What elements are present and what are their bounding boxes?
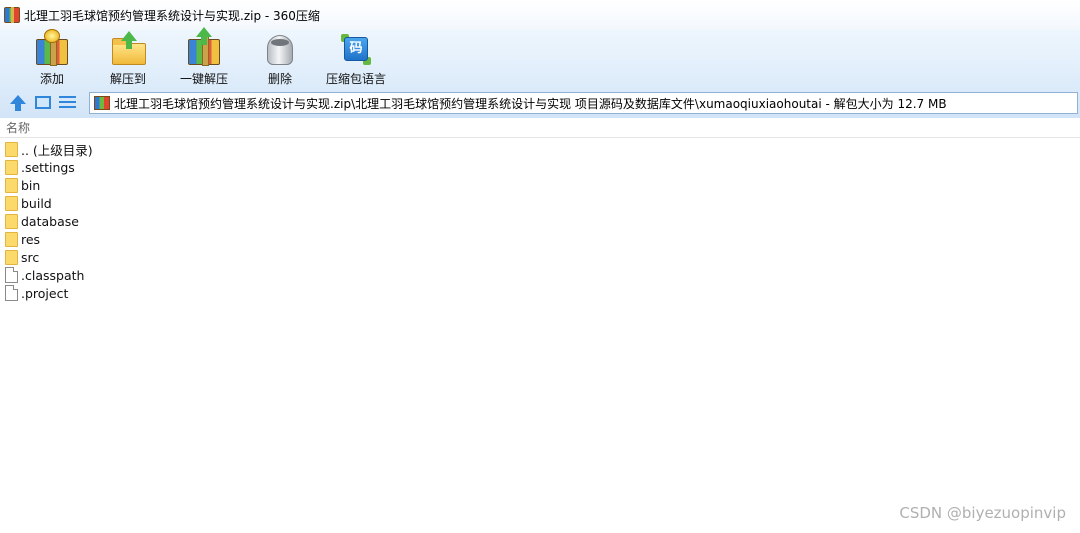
folder-icon: [5, 141, 18, 157]
column-header: 名称: [0, 118, 1080, 138]
list-item[interactable]: res: [0, 230, 1080, 248]
file-name: res: [21, 231, 41, 247]
one-click-extract-icon: [185, 27, 223, 67]
list-item[interactable]: build: [0, 194, 1080, 212]
file-list: .. (上级目录) .settings bin build database r…: [0, 140, 1080, 302]
list-item[interactable]: .project: [0, 284, 1080, 302]
file-icon: [5, 285, 18, 301]
list-item[interactable]: .settings: [0, 158, 1080, 176]
file-name: database: [21, 213, 79, 229]
extract-to-button-label: 解压到: [109, 72, 146, 86]
address-path: 北理工羽毛球馆预约管理系统设计与实现.zip\北理工羽毛球馆预约管理系统设计与实…: [114, 96, 947, 111]
archive-language-button[interactable]: 码 压缩包语言: [318, 30, 394, 88]
add-button-label: 添加: [39, 72, 64, 86]
list-item[interactable]: src: [0, 248, 1080, 266]
folder-icon: [5, 213, 18, 229]
address-bar[interactable]: 北理工羽毛球馆预约管理系统设计与实现.zip\北理工羽毛球馆预约管理系统设计与实…: [89, 92, 1078, 114]
extract-to-button[interactable]: 解压到: [90, 30, 166, 88]
folder-icon: [5, 231, 18, 247]
folder-icon: [5, 249, 18, 265]
up-level-button[interactable]: [9, 94, 27, 112]
delete-button[interactable]: 删除: [242, 30, 318, 88]
file-name: .classpath: [21, 267, 85, 283]
folder-icon: [5, 177, 18, 193]
file-name: bin: [21, 177, 41, 193]
one-click-extract-button[interactable]: 一键解压: [166, 27, 242, 88]
one-click-extract-button-label: 一键解压: [179, 72, 228, 86]
file-name: .project: [21, 285, 69, 301]
file-name: src: [21, 249, 40, 265]
list-item-parent-dir[interactable]: .. (上级目录): [0, 140, 1080, 158]
archive-language-button-label: 压缩包语言: [325, 72, 386, 86]
list-item[interactable]: bin: [0, 176, 1080, 194]
thumbnail-view-button[interactable]: [34, 94, 52, 112]
file-name: build: [21, 195, 52, 211]
column-header-name[interactable]: 名称: [6, 119, 30, 136]
archive-icon: [94, 96, 110, 110]
file-name: .settings: [21, 159, 75, 175]
navigation-bar: 北理工羽毛球馆预约管理系统设计与实现.zip\北理工羽毛球馆预约管理系统设计与实…: [0, 88, 1080, 118]
watermark: CSDN @biyezuopinvip: [899, 504, 1066, 522]
folder-icon: [5, 195, 18, 211]
delete-button-label: 删除: [267, 72, 292, 86]
list-item[interactable]: database: [0, 212, 1080, 230]
title-bar: 北理工羽毛球馆预约管理系统设计与实现.zip - 360压缩: [0, 0, 1080, 30]
file-icon: [5, 267, 18, 283]
file-name: .. (上级目录): [21, 142, 93, 158]
thumbnail-view-icon: [35, 96, 51, 109]
list-view-button[interactable]: [59, 94, 77, 112]
add-button[interactable]: 添加: [14, 29, 90, 88]
list-view-icon: [59, 96, 76, 110]
archive-language-icon: 码: [337, 31, 375, 67]
window-title: 北理工羽毛球馆预约管理系统设计与实现.zip - 360压缩: [24, 8, 320, 23]
list-item[interactable]: .classpath: [0, 266, 1080, 284]
folder-icon: [5, 159, 18, 175]
arrow-up-icon: [10, 95, 26, 111]
toolbar: 添加 解压到 一键解压 删除 码 压缩包语言: [0, 27, 1080, 88]
extract-to-icon: [109, 31, 147, 67]
app-logo-icon: [4, 7, 20, 23]
trash-icon: [261, 31, 299, 67]
add-archive-icon: [33, 29, 71, 67]
